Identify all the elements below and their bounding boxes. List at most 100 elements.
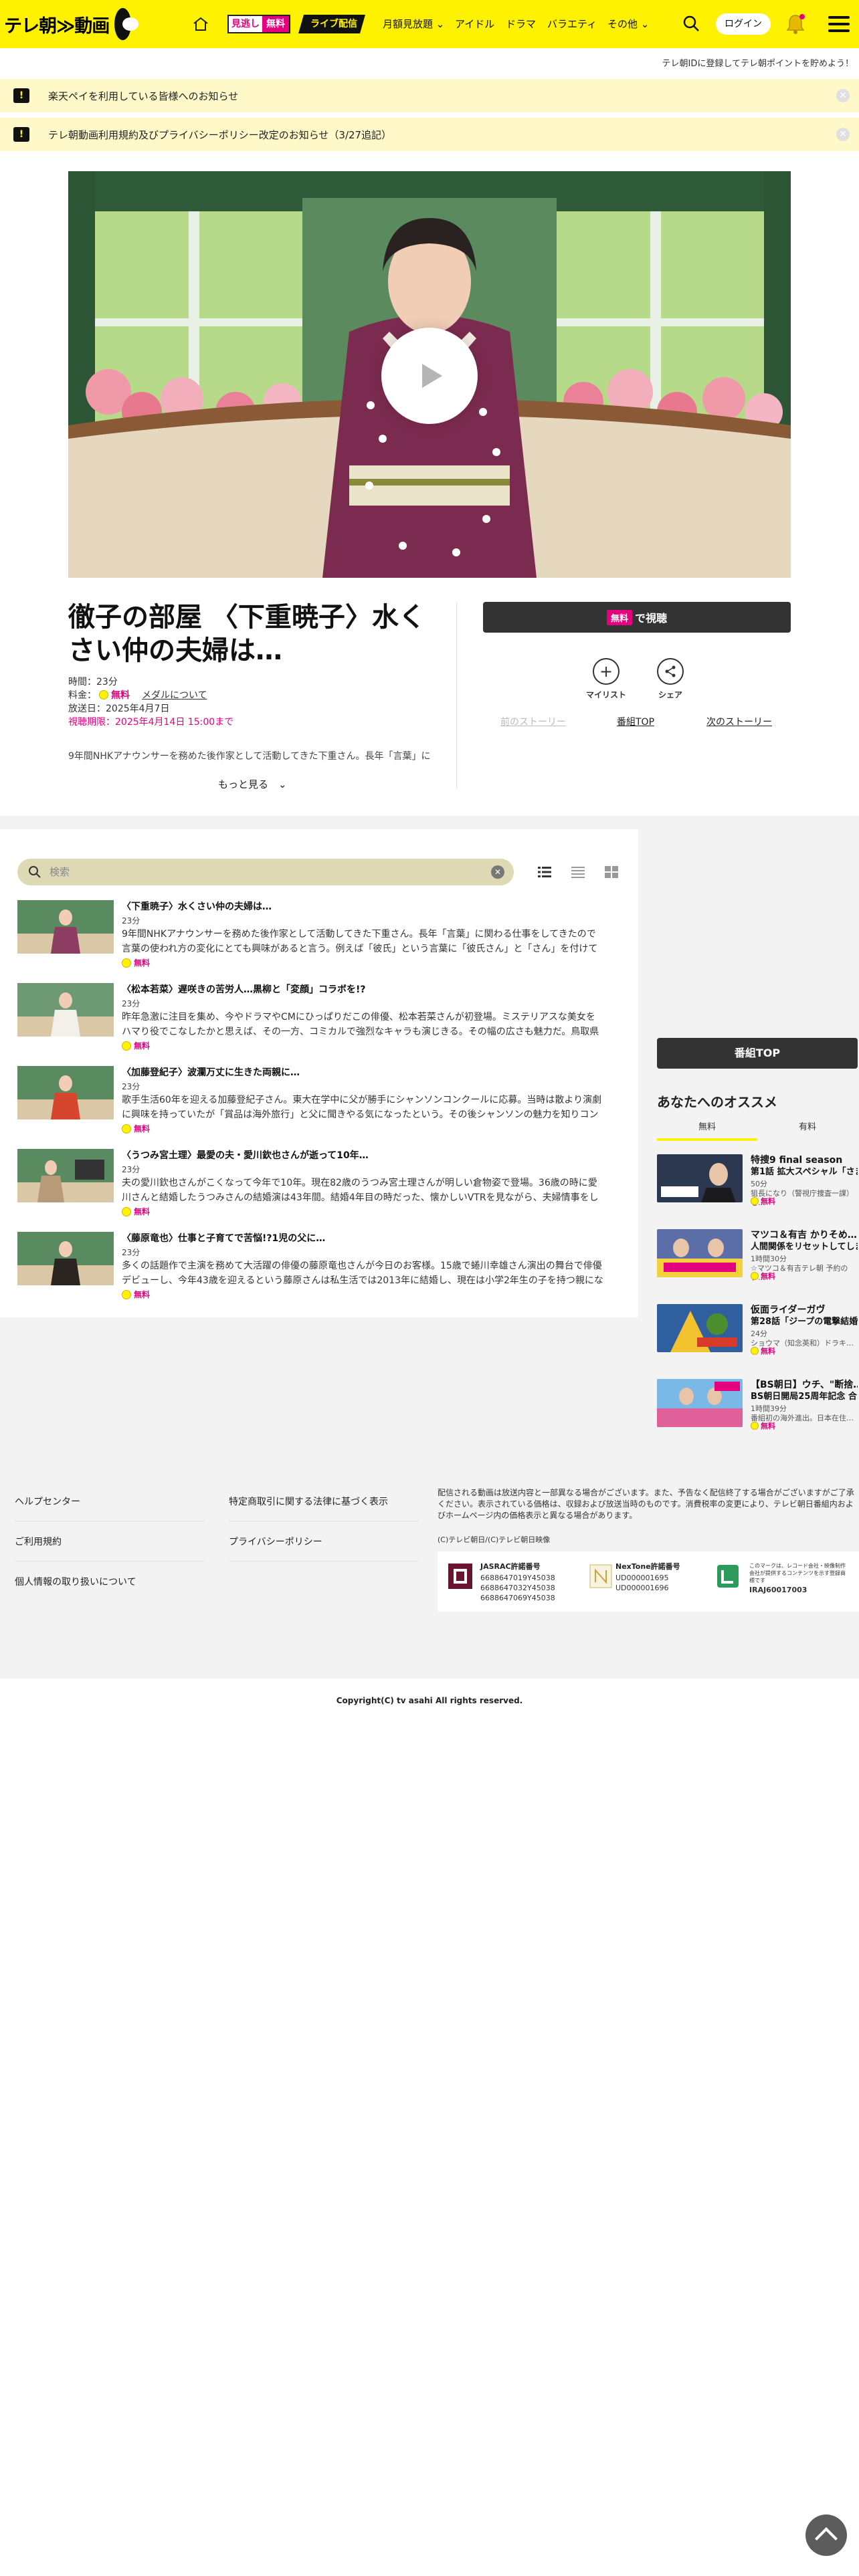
medal-info-link[interactable]: メダルについて	[142, 690, 207, 701]
free-badge: 無料	[122, 1289, 150, 1300]
free-badge: 無料	[122, 1041, 150, 1051]
episode-thumbnail[interactable]	[17, 1149, 114, 1202]
nextone-logo-icon	[587, 1562, 614, 1590]
tab-paid[interactable]: 有料	[757, 1121, 858, 1134]
program-price: 料金： 無料 メダルについて	[68, 690, 207, 701]
episode-search-input[interactable]	[50, 866, 478, 878]
program-top-link[interactable]: 番組TOP	[617, 716, 654, 729]
episode-thumbnail[interactable]	[17, 1232, 114, 1285]
divider	[456, 602, 457, 789]
medal-icon	[751, 1272, 759, 1280]
recommend-title[interactable]: 仮面ライダーガヴ	[751, 1304, 858, 1316]
notice-text[interactable]: 楽天ペイを利用している皆様へのお知らせ	[48, 89, 238, 103]
search-icon[interactable]	[681, 13, 702, 35]
nextone-number: UD000001696	[615, 1584, 669, 1592]
nextone-heading: NexTone許諾番号	[615, 1562, 680, 1571]
close-icon[interactable]: ✕	[836, 128, 850, 141]
site-logo[interactable]: テレ朝≫動画	[0, 0, 138, 48]
show-more-button[interactable]: もっと見る ⌄	[218, 777, 287, 791]
episode-title[interactable]: 〈加藤登紀子〉波瀾万丈に生きた両親に…	[122, 1066, 300, 1079]
footer-credit: (C)テレビ朝日/(C)テレビ朝日映像	[438, 1535, 551, 1544]
share-icon[interactable]	[657, 658, 684, 685]
watch-free-button[interactable]: 無料 で視聴	[483, 602, 791, 633]
home-icon[interactable]	[189, 13, 213, 35]
episode-title[interactable]: 〈藤原竜也〉仕事と子育てで苦悩!?1児の父に…	[122, 1232, 325, 1245]
play-button[interactable]	[381, 328, 478, 424]
recommend-item[interactable]: 【BS朝日】ウチ、"断捨… BS朝日開局25周年記念 合… 1時間39分 番組初の…	[657, 1379, 858, 1430]
episode-thumbnail[interactable]	[17, 983, 114, 1037]
episode-title[interactable]: 〈うつみ宮土理〉最愛の夫・愛川欽也さんが逝って10年…	[122, 1149, 369, 1162]
program-top-button[interactable]: 番組TOP	[657, 1038, 858, 1069]
list-item[interactable]: 〈松本若菜〉遅咲きの苦労人…黒柳と「変顔」コラボを!? 23分 昨年急激に注目を…	[17, 983, 599, 1051]
promo-text[interactable]: テレ朝IDに登録してテレ朝ポイントを貯めよう！	[662, 56, 854, 69]
grid-view-icon[interactable]	[603, 864, 619, 880]
recommend-item[interactable]: 特捜9 final season 第1話 拡大スペシャル「さま… 50分狙長にな…	[657, 1154, 858, 1207]
medal-icon	[122, 1124, 131, 1134]
free-badge: 無料	[751, 1347, 775, 1356]
recommend-thumbnail[interactable]	[657, 1379, 743, 1427]
logo-mascot-icon	[112, 5, 138, 43]
bell-icon[interactable]	[784, 12, 807, 36]
episode-search[interactable]: ✕	[17, 859, 514, 885]
footer-link-commerce-law[interactable]: 特定商取引に関する法律に基づく表示	[229, 1495, 388, 1509]
menu-icon[interactable]	[828, 16, 850, 32]
notice-bar[interactable]: テレ朝動画利用規約及びプライバシーポリシー改定のお知らせ（3/27追記） ✕	[0, 118, 859, 151]
episode-title[interactable]: 〈松本若菜〉遅咲きの苦労人…黒柳と「変顔」コラボを!?	[122, 983, 366, 996]
list-item[interactable]: 〈加藤登紀子〉波瀾万丈に生きた両親に… 23分 歌手生活60年を迎える加藤登紀子…	[17, 1066, 601, 1134]
recommend-title[interactable]: マツコ＆有吉 かりそめ…	[751, 1229, 858, 1241]
episode-title[interactable]: 〈下重暁子〉水くさい仲の夫婦は…	[122, 900, 272, 914]
nav-variety[interactable]: バラエティ	[547, 16, 597, 32]
lmark-logo-icon	[714, 1562, 741, 1590]
episode-description: 歌手生活60年を迎える加藤登紀子さん。東大在学中に父が勝手にシャンソンコンクール…	[122, 1095, 602, 1120]
jasrac-number: 6688647032Y45038	[480, 1584, 555, 1592]
nav-live[interactable]: ライブ配信	[298, 15, 365, 33]
chevron-down-icon: ⌄	[640, 18, 650, 30]
notice-text[interactable]: テレ朝動画利用規約及びプライバシーポリシー改定のお知らせ（3/27追記）	[48, 128, 391, 142]
medal-icon	[751, 1197, 759, 1205]
divider	[15, 1561, 205, 1562]
footer-link-personal-info[interactable]: 個人情報の取り扱いについて	[15, 1576, 136, 1589]
recommend-thumbnail[interactable]	[657, 1154, 743, 1202]
footer-link-terms[interactable]: ご利用規約	[15, 1535, 62, 1549]
page-top-button[interactable]	[805, 2514, 847, 2556]
list-view-icon[interactable]	[537, 864, 553, 880]
list-item[interactable]: 〈うつみ宮土理〉最愛の夫・愛川欽也さんが逝って10年… 23分 夫の愛川欽也さん…	[17, 1149, 599, 1217]
episode-thumbnail[interactable]	[17, 1066, 114, 1119]
recommend-title[interactable]: 特捜9 final season	[751, 1154, 858, 1166]
recommend-title[interactable]: 【BS朝日】ウチ、"断捨…	[751, 1379, 858, 1391]
footer-link-help[interactable]: ヘルプセンター	[15, 1495, 80, 1509]
footer-link-privacy[interactable]: プライバシーポリシー	[229, 1535, 322, 1549]
login-button[interactable]: ログイン	[716, 13, 771, 35]
nav-free-catchup[interactable]: 見逃し 無料	[227, 15, 290, 33]
nav-drama[interactable]: ドラマ	[506, 16, 536, 32]
recommend-thumbnail[interactable]	[657, 1229, 743, 1277]
detail-list-icon[interactable]	[570, 864, 586, 880]
notice-bar[interactable]: 楽天ペイを利用している皆様へのお知らせ ✕	[0, 79, 859, 112]
list-item[interactable]: 〈藤原竜也〉仕事と子育てで苦悩!?1児の父に… 23分 多くの話題作で主演を務め…	[17, 1232, 603, 1300]
nav-other[interactable]: その他 ⌄	[607, 16, 649, 32]
nav-monthly[interactable]: 月額見放題 ⌄	[383, 16, 444, 32]
tab-free[interactable]: 無料	[657, 1121, 757, 1134]
recommend-subtitle: 人間関係をリセットしてしま…	[751, 1242, 858, 1252]
clear-icon[interactable]: ✕	[491, 865, 504, 879]
medal-icon	[122, 1041, 131, 1051]
recommend-subtitle: 第1話 拡大スペシャル「さま…	[751, 1167, 858, 1177]
free-badge: 無料	[122, 958, 150, 968]
nav-free-catchup-label: 見逃し	[231, 19, 260, 29]
recommend-item[interactable]: 仮面ライダーガヴ 第28話「ジープの電撃結婚！」 24分ショウマ（知念英和）ドラ…	[657, 1304, 858, 1356]
episode-thumbnail[interactable]	[17, 900, 114, 954]
close-icon[interactable]: ✕	[836, 89, 850, 102]
next-story-link[interactable]: 次のストーリー	[706, 716, 772, 729]
list-item[interactable]: 〈下重暁子〉水くさい仲の夫婦は… 23分 9年間NHKアナウンサーを務めた後作家…	[17, 900, 597, 968]
mylist-plus-icon[interactable]: +	[593, 658, 619, 685]
watch-label: で視聴	[635, 612, 668, 625]
chevron-down-icon: ⌄	[436, 18, 445, 30]
recommend-subtitle: 第28話「ジープの電撃結婚！」	[751, 1317, 858, 1327]
episode-description: 昨年急激に注目を集め、今やドラマやCMにひっぱりだこの俳優、松本若菜さんが初登場…	[122, 1012, 599, 1037]
recommend-item[interactable]: マツコ＆有吉 かりそめ… 人間関係をリセットしてしま… 1時間30分☆マツコ＆有…	[657, 1229, 858, 1282]
episode-description: 夫の愛川欽也さんがこくなって今年で10年。現在82歳のうつみ宮土理さんが明しい倉…	[122, 1178, 599, 1203]
recommend-thumbnail[interactable]	[657, 1304, 743, 1352]
medal-icon	[122, 1290, 131, 1299]
free-badge: 無料	[122, 1206, 150, 1217]
nav-idol[interactable]: アイドル	[455, 16, 494, 32]
